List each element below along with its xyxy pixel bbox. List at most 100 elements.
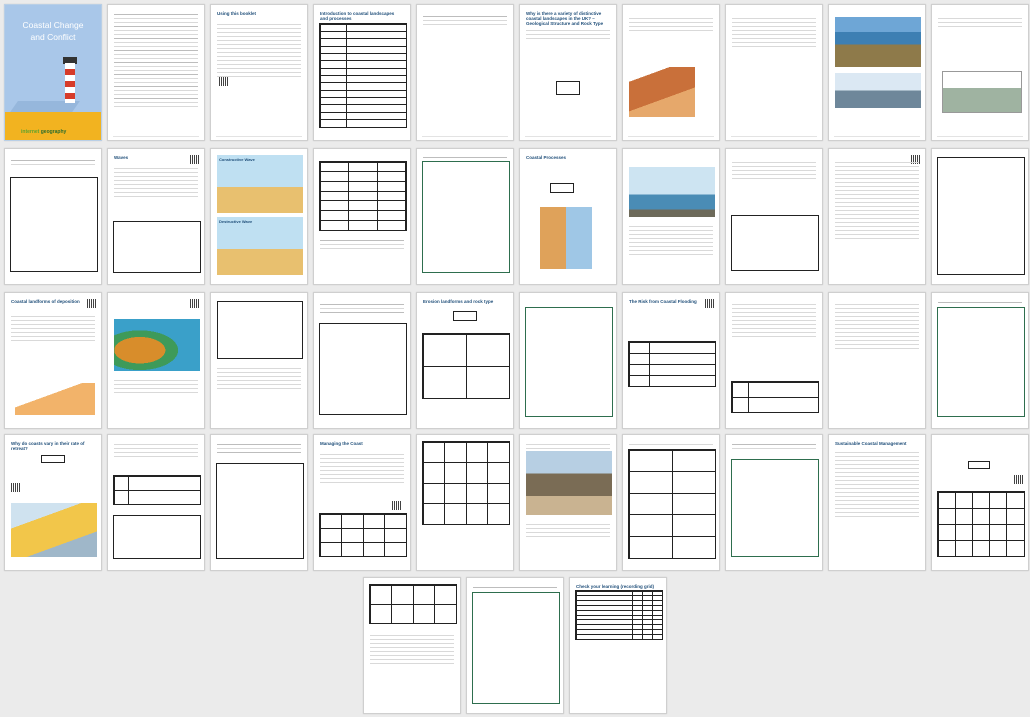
terms-table[interactable] [319,23,407,128]
sustainability-table-page[interactable] [931,434,1029,571]
cover-title-line1: Coastal Change [22,20,84,30]
answer-table[interactable] [113,475,201,505]
answer-table[interactable] [731,381,819,413]
page-title: Why do coasts vary in their rate of retr… [11,441,85,451]
geology-page[interactable]: Why is there a variety of distinctive co… [519,4,617,141]
answer-box[interactable] [731,215,819,271]
questions-page-3[interactable] [828,148,926,285]
answer-box[interactable] [216,463,304,559]
landform-diagram [942,71,1022,113]
answer-box[interactable] [113,221,201,273]
wave-table-page[interactable] [313,148,411,285]
qr-code-icon [87,299,96,308]
coastal-processes-page[interactable]: Coastal Processes [519,148,617,285]
answer-box[interactable] [422,161,510,273]
answer-box[interactable] [217,301,303,359]
page-title: Sustainable Coastal Management [835,441,907,446]
sustainability-table[interactable] [937,491,1025,557]
page-title: Waves [114,155,129,160]
learning-check-table[interactable] [575,590,663,640]
intro-page[interactable]: Introduction to coastal landscapes and p… [313,4,411,141]
flooding-table[interactable] [628,341,716,387]
landform-grid[interactable] [422,333,510,399]
blank-qr-page[interactable] [416,4,514,141]
photo-page-2[interactable] [519,434,617,571]
box-page-2[interactable] [416,148,514,285]
cover-title-line2: and Conflict [30,32,76,42]
contents-page[interactable] [107,4,205,141]
map-page[interactable] [622,4,720,141]
answer-box[interactable] [319,323,407,415]
rate-of-retreat-page[interactable]: Why do coasts vary in their rate of retr… [4,434,102,571]
qr-code-icon [11,483,20,492]
answer-box[interactable] [525,307,613,417]
answer-box[interactable] [937,307,1025,417]
deposition-page[interactable]: Coastal landforms of deposition [4,292,102,429]
defence-table[interactable] [628,449,716,559]
answer-box[interactable] [937,157,1025,275]
page-title: Erosion landforms and rock type [423,299,494,304]
box-page-4[interactable] [210,292,308,429]
beach-profile-diagram [15,383,95,415]
final-table-page[interactable] [363,577,461,714]
flow-diagram-box [556,81,580,95]
questions-page-6[interactable] [107,434,205,571]
qr-code-icon [190,155,199,164]
sea-photo [629,167,715,217]
erosion-landforms-page[interactable]: Erosion landforms and rock type [416,292,514,429]
spit-page[interactable] [107,292,205,429]
box-page-8[interactable] [210,434,308,571]
landform-sequence-page[interactable] [931,4,1029,141]
wave-comparison-table[interactable] [319,161,407,231]
box-page-3[interactable] [931,148,1029,285]
table-page-1[interactable] [416,434,514,571]
sustainable-management-page[interactable]: Sustainable Coastal Management [828,434,926,571]
cover-page[interactable]: Coastal Change and Conflict internet geo… [4,4,102,141]
qr-code-icon [1014,475,1023,484]
cover-brand: internet geography [21,129,66,135]
box-page-10[interactable] [466,577,564,714]
using-booklet-page[interactable]: Using this booklet [210,4,308,141]
constructive-wave-label: Constructive Wave [219,157,255,162]
geology-map-image [629,67,695,117]
destructive-wave-label: Destructive Wave [219,219,253,224]
coast-photo [835,17,921,67]
questions-page-5[interactable] [828,292,926,429]
wave-diagram-page[interactable]: Constructive Wave Destructive Wave [210,148,308,285]
processes-image [540,207,592,269]
contents-lines [114,11,198,110]
process-box [41,455,65,463]
questions-page-1[interactable] [725,4,823,141]
questions-page-4[interactable] [725,292,823,429]
photo-page-1[interactable] [828,4,926,141]
box-page-1[interactable] [4,148,102,285]
box-page-6[interactable] [519,292,617,429]
cover-title: Coastal Change and Conflict [5,19,101,43]
management-grid[interactable] [422,441,510,525]
questions-page-2[interactable] [725,148,823,285]
process-box [550,183,574,193]
answer-box[interactable] [113,515,201,559]
answer-box[interactable] [731,459,819,557]
page-title: Introduction to coastal landscapes and p… [320,11,395,21]
check-learning-page[interactable]: Check your learning (recording grid) [569,577,667,714]
management-table[interactable] [319,513,407,557]
managing-coast-page[interactable]: Managing the Coast [313,434,411,571]
answer-box[interactable] [10,177,98,272]
page-title: Using this booklet [217,11,257,16]
final-grid[interactable] [369,584,457,624]
box-page-9[interactable] [725,434,823,571]
coast-diagram [835,73,921,108]
table-page-2[interactable] [622,434,720,571]
waves-page[interactable]: Waves [107,148,205,285]
box-page-7[interactable] [931,292,1029,429]
sea-wall-photo [526,451,612,515]
flooding-page[interactable]: The Risk from Coastal Flooding [622,292,720,429]
sea-photo-page[interactable] [622,148,720,285]
answer-box[interactable] [472,592,560,704]
cliff-diagram [11,503,97,557]
box-page-5[interactable] [313,292,411,429]
qr-code-icon [392,501,401,510]
qr-code-icon [705,299,714,308]
lighthouse-icon [65,63,75,103]
